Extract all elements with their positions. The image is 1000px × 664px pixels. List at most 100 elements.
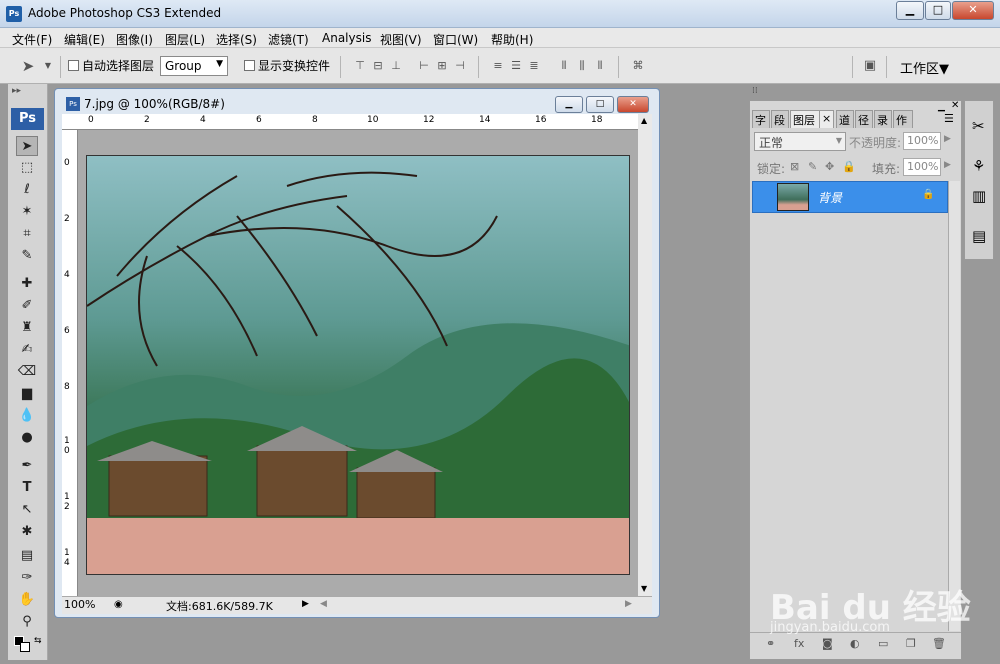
move-tool-icon[interactable]: ➤	[20, 59, 36, 74]
tab-close-icon[interactable]: ×	[820, 110, 834, 128]
menu-window[interactable]: 窗口(W)	[433, 31, 478, 48]
background-color-swatch[interactable]	[20, 642, 30, 652]
menu-edit[interactable]: 编辑(E)	[64, 31, 105, 48]
info-panel-icon[interactable]: ▤	[972, 227, 986, 245]
brush-tool-icon[interactable]: ✐	[16, 296, 38, 316]
layer-name[interactable]: 背景	[818, 189, 842, 206]
pen-tool-icon[interactable]: ✒	[16, 456, 38, 476]
delete-layer-icon[interactable]: 🗑	[932, 637, 946, 650]
menu-view[interactable]: 视图(V)	[380, 31, 422, 48]
horizontal-ruler[interactable]: 0 2 4 6 8 10 12 14 16 18	[62, 114, 638, 130]
tool-presets-icon[interactable]: ⚘	[972, 157, 985, 175]
lock-position-icon[interactable]: ✥	[825, 160, 834, 173]
menu-analysis[interactable]: Analysis	[322, 31, 371, 45]
custom-shape-tool-icon[interactable]: ✱	[16, 522, 38, 542]
auto-align-layers-icon[interactable]: ⌘	[630, 59, 646, 73]
blur-tool-icon[interactable]: 💧	[16, 406, 38, 426]
crop-tool-icon[interactable]: ⌗	[16, 224, 38, 244]
photoshop-logo[interactable]: Ps	[11, 108, 44, 130]
scroll-up-icon[interactable]: ▲	[641, 116, 647, 125]
history-brush-tool-icon[interactable]: ✍	[16, 340, 38, 360]
lock-all-icon[interactable]: 🔒	[842, 160, 856, 173]
marquee-tool-icon[interactable]: ⬚	[16, 158, 38, 178]
layer-comps-icon[interactable]: ▥	[972, 187, 986, 205]
scroll-down-icon[interactable]: ▼	[641, 584, 647, 593]
distribute-vcenter-icon[interactable]: ☰	[508, 59, 524, 73]
scroll-right-icon[interactable]: ▶	[625, 599, 632, 609]
clone-stamp-tool-icon[interactable]: ♜	[16, 318, 38, 338]
type-tool-icon[interactable]: T	[16, 478, 38, 498]
gradient-tool-icon[interactable]: ▆	[16, 384, 38, 404]
vertical-ruler[interactable]: 0 2 4 6 8 1 0 1 2 1 4	[62, 130, 78, 596]
hand-tool-icon[interactable]: ✋	[16, 590, 38, 610]
menu-image[interactable]: 图像(I)	[116, 31, 153, 48]
status-expand-icon[interactable]: ▶	[302, 599, 309, 609]
scroll-left-icon[interactable]: ◀	[320, 599, 327, 609]
align-right-icon[interactable]: ⊣	[452, 59, 468, 73]
menu-layer[interactable]: 图层(L)	[165, 31, 205, 48]
blend-mode-dropdown[interactable]: 正常 ▼	[754, 132, 846, 151]
lock-image-icon[interactable]: ✎	[808, 160, 817, 173]
navigator-icon[interactable]: ✂	[972, 117, 985, 135]
healing-brush-tool-icon[interactable]: ✚	[16, 274, 38, 294]
align-hcenter-icon[interactable]: ⊞	[434, 59, 450, 73]
fill-input[interactable]: 100%	[903, 158, 941, 176]
menu-select[interactable]: 选择(S)	[216, 31, 257, 48]
photoshop-app-icon[interactable]: Ps	[6, 6, 22, 22]
align-top-icon[interactable]: ⊤	[352, 59, 368, 73]
tab-paths[interactable]: 径	[855, 110, 873, 128]
menu-file[interactable]: 文件(F)	[12, 31, 52, 48]
new-layer-icon[interactable]: ❐	[906, 637, 916, 650]
auto-select-checkbox[interactable]	[68, 60, 79, 71]
menu-filter[interactable]: 滤镜(T)	[268, 31, 309, 48]
move-tool-icon[interactable]: ➤	[16, 136, 38, 156]
collapse-toolbox-icon[interactable]: ▸▸	[12, 86, 21, 96]
tool-preset-dropdown-icon[interactable]: ▼	[40, 59, 56, 73]
new-group-icon[interactable]: ▭	[878, 637, 888, 650]
zoom-field[interactable]: 100%	[64, 598, 95, 611]
menu-help[interactable]: 帮助(H)	[491, 31, 533, 48]
distribute-left-icon[interactable]: ⫴	[556, 59, 572, 73]
doc-maximize-button[interactable]: □	[586, 96, 614, 113]
align-bottom-icon[interactable]: ⊥	[388, 59, 404, 73]
lock-transparent-icon[interactable]: ⊠	[790, 160, 799, 173]
doc-minimize-button[interactable]: ▁	[555, 96, 583, 113]
path-selection-tool-icon[interactable]: ↖	[16, 500, 38, 520]
distribute-bottom-icon[interactable]: ≣	[526, 59, 542, 73]
link-layers-icon[interactable]: ⚭	[766, 637, 775, 650]
slice-tool-icon[interactable]: ✎	[16, 246, 38, 266]
layer-thumbnail[interactable]	[777, 183, 809, 211]
tab-paragraph[interactable]: 段	[771, 110, 789, 128]
minimize-button[interactable]: ▁	[896, 1, 924, 20]
distribute-top-icon[interactable]: ≡	[490, 59, 506, 73]
tab-actions[interactable]: 作	[893, 110, 913, 128]
lasso-tool-icon[interactable]: ℓ	[16, 180, 38, 200]
show-transform-checkbox[interactable]	[244, 60, 255, 71]
distribute-hcenter-icon[interactable]: ⫼	[574, 59, 590, 73]
panel-grip-icon[interactable]: ⁞⁞	[752, 86, 758, 96]
panel-menu-icon[interactable]: ☰	[944, 112, 954, 125]
tab-history[interactable]: 录	[874, 110, 892, 128]
align-left-icon[interactable]: ⊢	[416, 59, 432, 73]
doc-close-button[interactable]: ✕	[617, 96, 649, 113]
tab-layers[interactable]: 图层	[790, 110, 820, 128]
layer-style-icon[interactable]: fx	[794, 637, 804, 650]
layer-mask-icon[interactable]: ◙	[822, 637, 833, 650]
adjustment-layer-icon[interactable]: ◐	[850, 637, 860, 650]
magic-wand-tool-icon[interactable]: ✶	[16, 202, 38, 222]
auto-select-type-dropdown[interactable]: Group ▼	[160, 56, 228, 76]
notes-tool-icon[interactable]: ▤	[16, 546, 38, 566]
eyedropper-tool-icon[interactable]: ✑	[16, 568, 38, 588]
tab-channels[interactable]: 道	[836, 110, 854, 128]
tab-character[interactable]: 字	[752, 110, 770, 128]
close-button[interactable]: ✕	[952, 1, 994, 20]
eraser-tool-icon[interactable]: ⌫	[16, 362, 38, 382]
workspace-button[interactable]: 工作区▼	[894, 56, 956, 78]
maximize-button[interactable]: □	[925, 1, 951, 20]
status-menu-icon[interactable]: ◉	[114, 599, 123, 610]
align-vcenter-icon[interactable]: ⊟	[370, 59, 386, 73]
vertical-scrollbar[interactable]: ▲ ▼	[638, 114, 652, 596]
bridge-icon[interactable]: ▣	[862, 59, 878, 73]
opacity-slider-icon[interactable]: ▶	[944, 134, 951, 144]
document-image[interactable]	[86, 155, 630, 575]
